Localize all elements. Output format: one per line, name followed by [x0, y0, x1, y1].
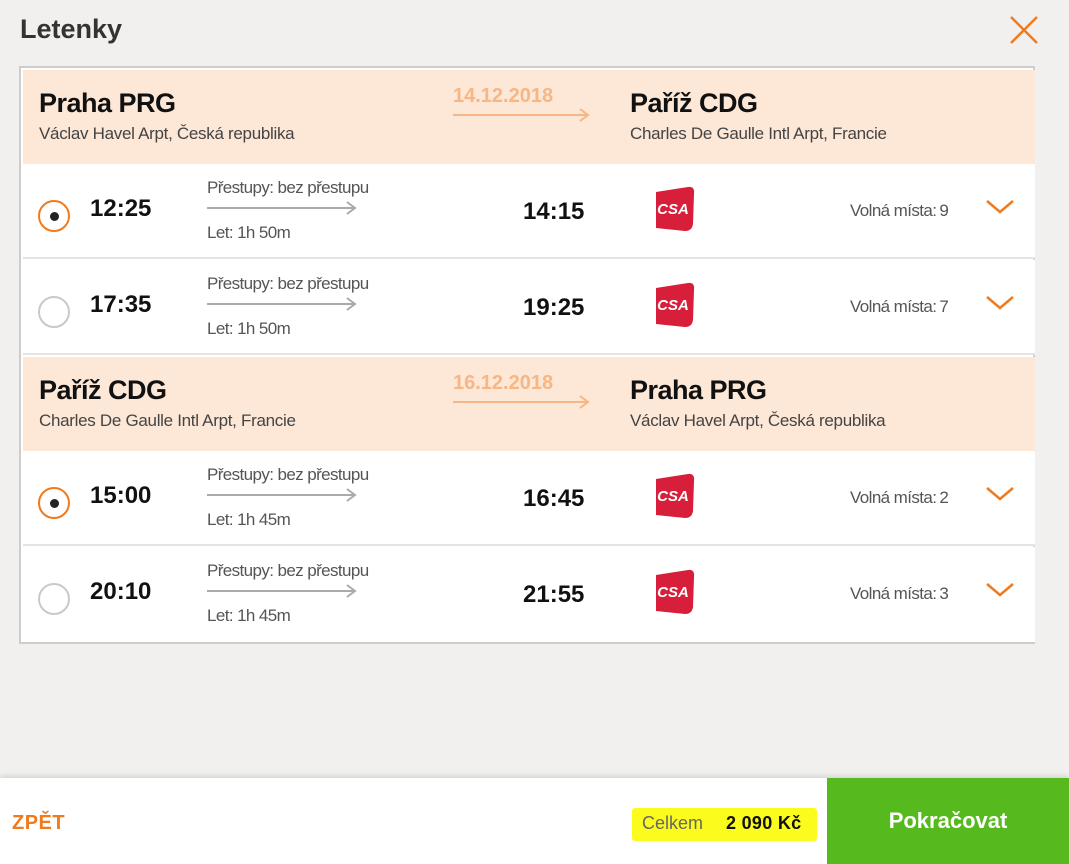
departure-time: 20:10 [90, 578, 152, 605]
total-value: 2 090 Kč [726, 813, 802, 833]
flight-radio[interactable] [38, 296, 70, 328]
svg-text:CSA: CSA [657, 488, 689, 505]
flights-page: Letenky Praha PRG Václav Havel Arpt, Čes… [0, 0, 1069, 864]
origin-airport: Charles De Gaulle Intl Arpt, Francie [39, 411, 296, 430]
destination-airport: Václav Havel Arpt, Česká republika [630, 411, 886, 430]
departure-time: 17:35 [90, 291, 152, 318]
arrival-time: 21:55 [523, 581, 585, 608]
free-seats: Volná místa: 7 [850, 297, 949, 317]
arrow-right-icon [453, 108, 590, 122]
flight-option[interactable]: 17:35 Přestupy: bez přestupu Let: 1h 50m… [23, 260, 1035, 355]
free-seats: Volná místa: 3 [850, 584, 949, 604]
flight-radio[interactable] [38, 583, 70, 615]
stops-info: Přestupy: bez přestupu [207, 178, 369, 197]
free-seats: Volná místa: 9 [850, 201, 949, 221]
expand-button[interactable] [985, 580, 1015, 600]
free-seats-count: 3 [939, 584, 949, 603]
arrow-right-icon [453, 395, 590, 409]
free-seats-label: Volná místa: [850, 488, 937, 507]
continue-button[interactable]: Pokračovat [827, 778, 1069, 864]
free-seats: Volná místa: 2 [850, 488, 949, 508]
free-seats-label: Volná místa: [850, 201, 937, 220]
flight-duration: Let: 1h 45m [207, 510, 291, 529]
flight-option[interactable]: 15:00 Přestupy: bez přestupu Let: 1h 45m… [23, 451, 1035, 546]
radio-dot [50, 212, 59, 221]
leg-header-return: Paříž CDG Charles De Gaulle Intl Arpt, F… [23, 357, 1035, 451]
free-seats-label: Volná místa: [850, 297, 937, 316]
arrow-right-icon [207, 584, 357, 598]
page-title: Letenky [20, 14, 123, 44]
chevron-down-icon [986, 487, 1014, 501]
footer-bar: ZPĚT Celkem 2 090 Kč Pokračovat [0, 778, 1069, 864]
arrival-time: 16:45 [523, 485, 585, 512]
close-x-icon [1010, 16, 1038, 44]
expand-button[interactable] [985, 197, 1015, 217]
flight-option[interactable]: 12:25 Přestupy: bez přestupu Let: 1h 50m… [23, 164, 1035, 259]
radio-dot [50, 499, 59, 508]
chevron-down-icon [986, 200, 1014, 214]
stops-info: Přestupy: bez přestupu [207, 465, 369, 484]
chevron-down-icon [986, 583, 1014, 597]
total-label: Celkem [642, 813, 704, 833]
csa-airline-logo: CSA [656, 186, 695, 231]
departure-time: 12:25 [90, 195, 152, 222]
close-button[interactable] [1004, 10, 1044, 50]
svg-text:CSA: CSA [657, 201, 689, 218]
flights-panel: Praha PRG Václav Havel Arpt, Česká repub… [19, 66, 1035, 644]
total-price: Celkem 2 090 Kč [632, 808, 817, 841]
origin-city: Paříž CDG [39, 375, 167, 405]
destination-airport: Charles De Gaulle Intl Arpt, Francie [630, 124, 887, 143]
arrow-right-icon [207, 488, 357, 502]
departure-time: 15:00 [90, 482, 152, 509]
back-button[interactable]: ZPĚT [12, 812, 65, 835]
destination-city: Praha PRG [630, 375, 767, 405]
flight-radio[interactable] [38, 200, 70, 232]
flight-radio[interactable] [38, 487, 70, 519]
arrow-right-icon [207, 201, 357, 215]
svg-text:CSA: CSA [657, 297, 689, 314]
svg-text:CSA: CSA [657, 584, 689, 601]
origin-city: Praha PRG [39, 88, 176, 118]
free-seats-count: 2 [939, 488, 949, 507]
arrival-time: 14:15 [523, 198, 585, 225]
flight-duration: Let: 1h 45m [207, 606, 291, 625]
expand-button[interactable] [985, 293, 1015, 313]
arrival-time: 19:25 [523, 294, 585, 321]
csa-airline-logo: CSA [656, 473, 695, 518]
destination-city: Paříž CDG [630, 88, 758, 118]
free-seats-label: Volná místa: [850, 584, 937, 603]
flight-duration: Let: 1h 50m [207, 319, 291, 338]
arrow-right-icon [207, 297, 357, 311]
csa-airline-logo: CSA [656, 569, 695, 614]
leg-date: 14.12.2018 [453, 85, 554, 107]
flight-option[interactable]: 20:10 Přestupy: bez přestupu Let: 1h 45m… [23, 547, 1035, 642]
expand-button[interactable] [985, 484, 1015, 504]
origin-airport: Václav Havel Arpt, Česká republika [39, 124, 295, 143]
chevron-down-icon [986, 296, 1014, 310]
leg-header-outbound: Praha PRG Václav Havel Arpt, Česká repub… [23, 70, 1035, 164]
free-seats-count: 9 [939, 201, 949, 220]
free-seats-count: 7 [939, 297, 949, 316]
stops-info: Přestupy: bez přestupu [207, 274, 369, 293]
stops-info: Přestupy: bez přestupu [207, 561, 369, 580]
csa-airline-logo: CSA [656, 282, 695, 327]
flight-duration: Let: 1h 50m [207, 223, 291, 242]
leg-date: 16.12.2018 [453, 372, 554, 394]
